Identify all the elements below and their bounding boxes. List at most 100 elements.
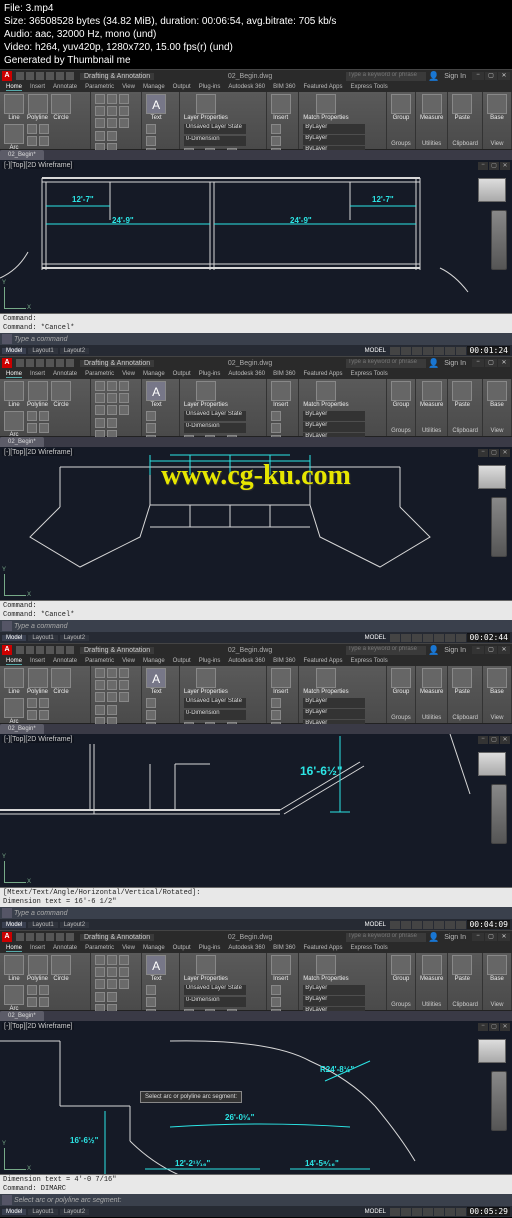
layer-state-dropdown[interactable]: Unsaved Layer State — [184, 124, 246, 134]
dim-4: 12'-7" — [372, 195, 394, 204]
base-button[interactable]: Base — [487, 94, 507, 121]
app-logo[interactable]: A — [2, 71, 12, 81]
command-input[interactable]: Type a command — [0, 620, 512, 632]
otrack-icon[interactable] — [445, 347, 455, 355]
polyline-button[interactable]: Polyline — [27, 94, 48, 121]
signin-user-icon[interactable]: 👤 — [428, 71, 439, 82]
timestamp-overlay: 00:02:44 — [467, 633, 510, 642]
minimize-icon: − — [472, 72, 484, 80]
screenshot-4: ADrafting & Annotation02_Begin.dwgType a… — [0, 930, 512, 1217]
command-history: Command: Command: *Cancel* — [0, 314, 512, 333]
color-dropdown[interactable]: ByLayer — [303, 124, 365, 134]
dynamic-tooltip: Select arc or polyline arc segment: — [140, 1091, 242, 1103]
lineweight-dropdown[interactable]: ByLayer — [303, 135, 365, 145]
draw-small-tools[interactable] — [27, 124, 49, 146]
command-input[interactable]: Select arc or polyline arc segment: — [0, 1194, 512, 1206]
tab-featured[interactable]: Featured Apps — [303, 84, 342, 90]
drawing-viewport[interactable]: [-][Top][2D Wireframe] −▢✕ 16'-6½" XY — [0, 734, 512, 887]
panel-properties: Match Properties ByLayer ByLayer ByLayer… — [299, 92, 387, 149]
panel-draw: Line Polyline Circle Arc Draw — [0, 92, 91, 149]
layer-properties-button[interactable]: Layer Properties — [184, 94, 228, 121]
layout2-tab[interactable]: Layout2 — [60, 348, 89, 354]
dyninput-icon[interactable] — [456, 347, 466, 355]
modify-tools[interactable] — [95, 94, 129, 128]
grid-icon[interactable] — [390, 347, 400, 355]
meta-gen: Generated by Thumbnail me — [4, 54, 508, 67]
window-controls[interactable]: −▢✕ — [472, 72, 510, 80]
qat-icons[interactable] — [16, 72, 74, 80]
timestamp-overlay: 00:05:29 — [467, 1207, 510, 1216]
document-title: 02_Begin.dwg — [228, 73, 272, 80]
dim-3: 24'-9" — [290, 216, 312, 225]
panel-modify: Modify — [91, 92, 142, 149]
workspace-dropdown[interactable]: Drafting & Annotation — [80, 360, 154, 367]
match-properties-button[interactable]: Match Properties — [303, 94, 348, 121]
osnap-icon[interactable] — [434, 347, 444, 355]
drawing-tab[interactable]: 02_Begin* — [0, 437, 44, 447]
insert-button[interactable]: Insert — [271, 94, 291, 121]
ucs-icon[interactable]: XY — [4, 283, 30, 309]
tab-manage[interactable]: Manage — [143, 84, 165, 90]
panel-view: BaseView — [483, 92, 512, 149]
circle-button[interactable]: Circle — [51, 94, 71, 121]
panel-utilities: MeasureUtilities — [416, 92, 448, 149]
ribbon-tabs[interactable]: HomeInsertAnnotateParametricViewManageOu… — [0, 369, 512, 379]
search-input[interactable]: Type a keyword or phrase — [346, 72, 426, 81]
app-logo[interactable]: A — [2, 932, 12, 942]
ribbon: Line Polyline Circle Arc Draw Modify ATe… — [0, 92, 512, 150]
ucs-icon[interactable]: XY — [4, 857, 30, 883]
group-button[interactable]: Group — [391, 94, 411, 121]
tab-parametric[interactable]: Parametric — [85, 84, 114, 90]
signin-button[interactable]: Sign In — [444, 360, 466, 367]
tab-insert[interactable]: Insert — [30, 84, 45, 90]
tab-output[interactable]: Output — [173, 84, 191, 90]
app-logo[interactable]: A — [2, 358, 12, 368]
command-icon — [2, 334, 12, 344]
command-input[interactable]: Type a command — [0, 333, 512, 345]
meta-video: Video: h264, yuv420p, 1280x720, 15.00 fp… — [4, 41, 508, 54]
command-input[interactable]: Type a command — [0, 907, 512, 919]
status-bar: Model Layout1 Layout2 MODEL — [0, 345, 512, 356]
line-button[interactable]: Line — [4, 94, 24, 121]
model-tab[interactable]: Model — [2, 348, 26, 354]
tab-a360[interactable]: Autodesk 360 — [228, 84, 265, 90]
drawing-tab[interactable]: 02_Begin* — [0, 150, 44, 160]
meta-size: Size: 36508528 bytes (34.82 MiB), durati… — [4, 15, 508, 28]
tab-view[interactable]: View — [122, 84, 135, 90]
paste-button[interactable]: Paste — [452, 94, 472, 121]
title-bar: A Drafting & Annotation 02_Begin.dwg Typ… — [0, 70, 512, 82]
ucs-icon[interactable]: XY — [4, 570, 30, 596]
ucs-icon[interactable]: XY — [4, 1144, 30, 1170]
tab-plugins[interactable]: Plug-ins — [199, 84, 221, 90]
command-area[interactable]: Command: Command: *Cancel* Type a comman… — [0, 313, 512, 345]
search-input[interactable]: Type a keyword or phrase — [346, 359, 426, 368]
screenshot-3: ADrafting & Annotation02_Begin.dwgType a… — [0, 643, 512, 930]
polar-icon[interactable] — [423, 347, 433, 355]
snap-icon[interactable] — [401, 347, 411, 355]
tab-express[interactable]: Express Tools — [350, 84, 387, 90]
timestamp-overlay: 00:04:09 — [467, 920, 510, 929]
dim-1: 12'-7" — [72, 195, 94, 204]
text-button[interactable]: AText — [146, 94, 166, 121]
tab-bim360[interactable]: BIM 360 — [273, 84, 295, 90]
ribbon-tabs[interactable]: Home Insert Annotate Parametric View Man… — [0, 82, 512, 92]
tab-annotate[interactable]: Annotate — [53, 84, 77, 90]
panel-clipboard: PasteClipboard — [448, 92, 483, 149]
dim-2: 24'-9" — [112, 216, 134, 225]
meta-file: File: 3.mp4 — [4, 2, 508, 15]
drawing-viewport[interactable]: [-][Top][2D Wireframe] −▢✕ 16'-6½" 12 — [0, 1021, 512, 1174]
workspace-dropdown[interactable]: Drafting & Annotation — [80, 73, 154, 80]
arc-button[interactable]: Arc — [4, 124, 24, 151]
layer-current-dropdown[interactable]: 0-Dimension — [184, 136, 246, 146]
ortho-icon[interactable] — [412, 347, 422, 355]
tab-home[interactable]: Home — [6, 84, 22, 91]
drawing-viewport[interactable]: [-][Top][2D Wireframe] −▢✕ — [0, 160, 512, 313]
signin-button[interactable]: Sign In — [444, 73, 466, 80]
panel-groups: GroupGroups — [387, 92, 416, 149]
maximize-icon: ▢ — [485, 72, 497, 80]
layout1-tab[interactable]: Layout1 — [28, 348, 57, 354]
app-logo[interactable]: A — [2, 645, 12, 655]
measure-button[interactable]: Measure — [420, 94, 443, 121]
model-indicator[interactable]: MODEL — [362, 348, 389, 354]
panel-layers: Layer Properties Unsaved Layer State 0-D… — [180, 92, 267, 149]
